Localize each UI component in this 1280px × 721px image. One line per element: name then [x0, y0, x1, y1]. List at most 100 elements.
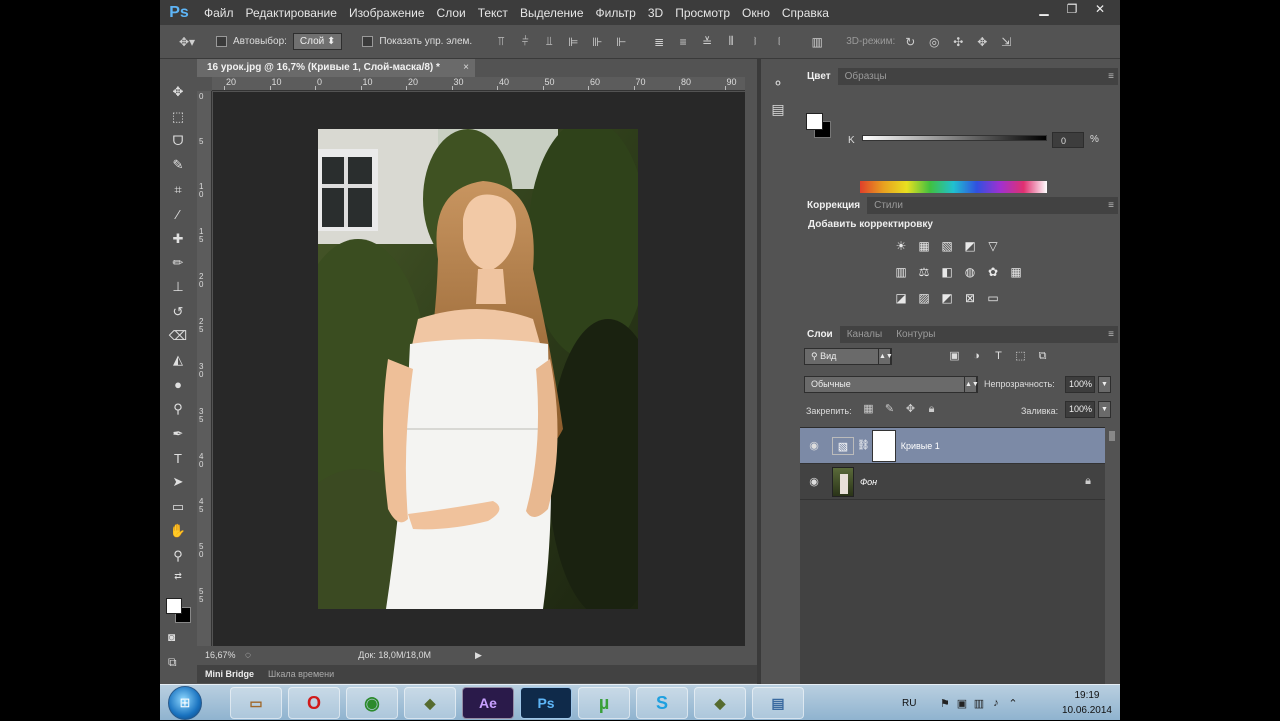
dodge-tool-icon[interactable]: ⚲ — [163, 397, 193, 421]
eye-icon[interactable]: ◉ — [800, 475, 828, 488]
align-right-icon[interactable]: ⊩ — [612, 35, 630, 49]
layer-name[interactable]: Кривые 1 — [901, 441, 940, 451]
start-button[interactable]: ⊞ — [168, 686, 202, 720]
pen-tool-icon[interactable]: ✒ — [163, 421, 193, 445]
posterize-icon[interactable]: ▨ — [915, 290, 933, 306]
close-button[interactable]: ✕ — [1086, 0, 1114, 18]
status-menu-arrow-icon[interactable]: ▶ — [475, 650, 482, 661]
opacity-slider-arrow-icon[interactable]: ▼ — [1098, 376, 1111, 393]
paint-bucket-tool-icon[interactable]: ◭ — [163, 348, 193, 372]
menu-window[interactable]: Окно — [736, 6, 776, 20]
align-left-icon[interactable]: ⊫ — [564, 35, 582, 49]
volume-icon[interactable]: ♪ — [987, 697, 1004, 709]
photoshop-taskbar-icon[interactable]: Ps — [520, 687, 572, 719]
curves-icon[interactable]: ▧ — [938, 238, 956, 254]
status-options-icon[interactable]: ◌ — [245, 650, 251, 661]
brush-tool-icon[interactable]: ✏ — [163, 251, 193, 275]
crop-tool-icon[interactable]: ⌗ — [163, 178, 193, 202]
gradient-map-icon[interactable]: ⊠ — [961, 290, 979, 306]
eraser-tool-icon[interactable]: ⌫ — [163, 324, 193, 348]
canvas-area[interactable] — [213, 92, 745, 646]
layer-row-curves[interactable]: ◉ ▧ ⛓ Кривые 1 — [800, 428, 1105, 464]
menu-filter[interactable]: Фильтр — [590, 6, 642, 20]
tab-adjustments[interactable]: Коррекция — [800, 197, 868, 214]
app2-taskbar-icon[interactable]: ◆ — [694, 687, 746, 719]
layer-row-background[interactable]: ◉ Фон 🔒︎ — [800, 464, 1105, 500]
filter-adjustment-icon[interactable]: ◑ — [968, 348, 985, 365]
distribute-vcenter-icon[interactable]: ≡ — [674, 35, 692, 49]
layers-scrollbar[interactable] — [1106, 427, 1118, 703]
distribute-top-icon[interactable]: ≣ — [650, 35, 668, 49]
filter-pixel-icon[interactable]: ▣ — [946, 348, 963, 365]
opera-taskbar-icon[interactable]: O — [288, 687, 340, 719]
lock-pixels-icon[interactable]: ✎ — [881, 401, 898, 418]
filter-shape-icon[interactable]: ⬚ — [1012, 348, 1029, 365]
photo-filter-icon[interactable]: ◍ — [961, 264, 979, 280]
tab-styles[interactable]: Стили — [867, 197, 910, 214]
tray-icon[interactable]: ▣ — [953, 697, 970, 710]
color-lookup-icon[interactable]: ▦ — [1007, 264, 1025, 280]
lasso-tool-icon[interactable]: ᗜ — [163, 129, 193, 153]
filter-smart-icon[interactable]: ⧉ — [1034, 348, 1051, 365]
auto-align-icon[interactable]: ▥ — [808, 35, 826, 49]
k-value-field[interactable]: 0 — [1052, 132, 1084, 148]
hand-tool-icon[interactable]: ✋ — [163, 519, 193, 543]
rectangle-tool-icon[interactable]: ▭ — [163, 495, 193, 519]
chevron-down-icon[interactable]: ▲▼ — [964, 376, 979, 393]
menu-layers[interactable]: Слои — [431, 6, 472, 20]
menu-help[interactable]: Справка — [776, 6, 835, 20]
flag-icon[interactable]: ⚑ — [936, 697, 953, 710]
menu-image[interactable]: Изображение — [343, 6, 431, 20]
opacity-field[interactable]: 100% — [1065, 376, 1095, 393]
type-tool-icon[interactable]: T — [163, 446, 193, 470]
lock-transparent-icon[interactable]: ▦ — [860, 401, 877, 418]
tab-paths[interactable]: Контуры — [889, 326, 942, 343]
screen-mode-icon[interactable]: ⧉ — [168, 655, 177, 670]
mask-link-icon[interactable]: ⛓ — [857, 440, 870, 451]
app3-taskbar-icon[interactable]: ▤ — [752, 687, 804, 719]
distribute-bottom-icon[interactable]: ≚ — [698, 35, 716, 49]
vibrance-icon[interactable]: ▽ — [984, 238, 1002, 254]
color-balance-icon[interactable]: ⚖ — [915, 264, 933, 280]
show-controls-checkbox[interactable] — [362, 36, 374, 47]
distribute-left-icon[interactable]: ⦀ — [722, 34, 740, 49]
3d-rotate-icon[interactable]: ↻ — [901, 35, 919, 49]
levels-icon[interactable]: ▦ — [915, 238, 933, 254]
lock-all-icon[interactable]: 🔒︎ — [923, 401, 940, 418]
tab-timeline[interactable]: Шкала времени — [262, 669, 340, 679]
blur-tool-icon[interactable]: ● — [163, 373, 193, 397]
threshold-icon[interactable]: ◩ — [938, 290, 956, 306]
align-vcenter-icon[interactable]: ⫩ — [516, 34, 534, 49]
restore-button[interactable]: ❐ — [1058, 0, 1086, 18]
scroll-thumb[interactable] — [1109, 431, 1115, 441]
chevron-down-icon[interactable]: ▲▼ — [878, 348, 893, 365]
explorer-taskbar-icon[interactable]: ▭ — [230, 687, 282, 719]
zoom-tool-icon[interactable]: ⚲ — [163, 543, 193, 567]
clock[interactable]: 19:19 10.06.2014 — [1062, 688, 1112, 718]
move-tool-icon[interactable]: ✥ — [163, 80, 193, 104]
filter-type-icon[interactable]: T — [990, 348, 1007, 365]
language-indicator[interactable]: RU — [902, 698, 916, 709]
document-tab[interactable]: 16 урок.jpg @ 16,7% (Кривые 1, Слой-маск… — [197, 59, 475, 77]
autoselect-checkbox[interactable] — [216, 36, 227, 47]
tab-swatches[interactable]: Образцы — [838, 68, 894, 85]
zoom-level[interactable]: 16,67% — [197, 650, 237, 660]
swap-colors-icon[interactable]: ⇄ — [163, 568, 193, 586]
tab-mini-bridge[interactable]: Mini Bridge — [197, 669, 262, 679]
selective-color-icon[interactable]: ▭ — [984, 290, 1002, 306]
healing-brush-tool-icon[interactable]: ✚ — [163, 226, 193, 250]
network-icon[interactable]: ▥ — [970, 697, 987, 710]
tab-layers[interactable]: Слои — [800, 326, 840, 343]
menu-3d[interactable]: 3D — [642, 6, 669, 20]
align-bottom-icon[interactable]: ⫫ — [540, 34, 558, 49]
tab-color[interactable]: Цвет — [800, 68, 838, 85]
after-effects-taskbar-icon[interactable]: Ae — [462, 687, 514, 719]
move-tool-preset-icon[interactable]: ✥▾ — [178, 35, 196, 49]
menu-file[interactable]: Файл — [198, 6, 240, 20]
lock-position-icon[interactable]: ✥ — [902, 401, 919, 418]
eye-icon[interactable]: ◉ — [800, 439, 828, 452]
align-top-icon[interactable]: ⫪ — [492, 34, 510, 49]
eyedropper-tool-icon[interactable]: ⁄ — [163, 202, 193, 226]
distribute-right-icon[interactable]: ⧙ — [770, 34, 788, 49]
distribute-hcenter-icon[interactable]: ⧘ — [746, 34, 764, 49]
